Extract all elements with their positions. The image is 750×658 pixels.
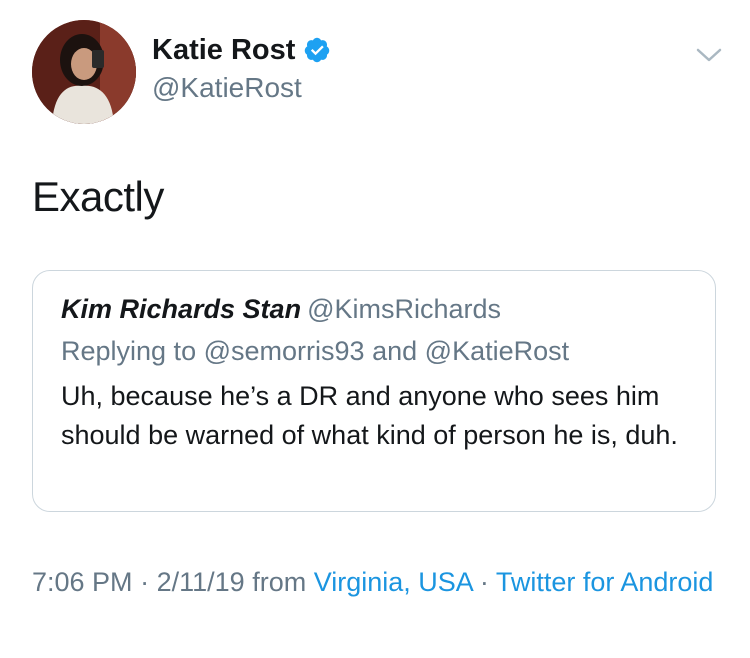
replying-to-user-1: @semorris93 <box>203 336 365 366</box>
tweet-text: Exactly <box>32 173 164 220</box>
author-name-row[interactable]: Katie Rost <box>152 30 331 70</box>
author-handle[interactable]: @KatieRost <box>152 70 302 106</box>
avatar[interactable] <box>32 20 136 124</box>
location-link[interactable]: Virginia, USA <box>314 567 473 597</box>
quoted-author-name: Kim Richards Stan <box>61 294 302 324</box>
meta-separator-2: · <box>479 567 489 597</box>
replying-to-line: Replying to @semorris93 and @KatieRost <box>61 333 569 369</box>
quoted-tweet-card[interactable]: Kim Richards Stan @KimsRichards Replying … <box>32 270 716 512</box>
replying-to-prefix: Replying to <box>61 336 197 366</box>
tweet-date: 2/11/19 <box>156 567 245 597</box>
tweet-time: 7:06 PM <box>32 567 133 597</box>
quoted-tweet-text: Uh, because he’s a DR and anyone who see… <box>61 381 678 450</box>
from-label: from <box>252 567 307 597</box>
chevron-down-icon[interactable] <box>692 40 726 70</box>
author-display-name[interactable]: Katie Rost <box>152 30 295 70</box>
tweet-metadata: 7:06 PM · 2/11/19 from Virginia, USA · T… <box>32 562 722 602</box>
quoted-author-handle: @KimsRichards <box>307 294 502 324</box>
verified-badge-icon <box>305 37 330 63</box>
profile-photo-image <box>32 20 136 124</box>
meta-separator: · <box>140 567 150 597</box>
quoted-tweet-header: Kim Richards Stan @KimsRichards <box>61 291 501 327</box>
replying-to-user-2: @KatieRost <box>424 336 570 366</box>
source-link[interactable]: Twitter for Android <box>496 567 714 597</box>
replying-to-joiner: and <box>372 336 418 366</box>
